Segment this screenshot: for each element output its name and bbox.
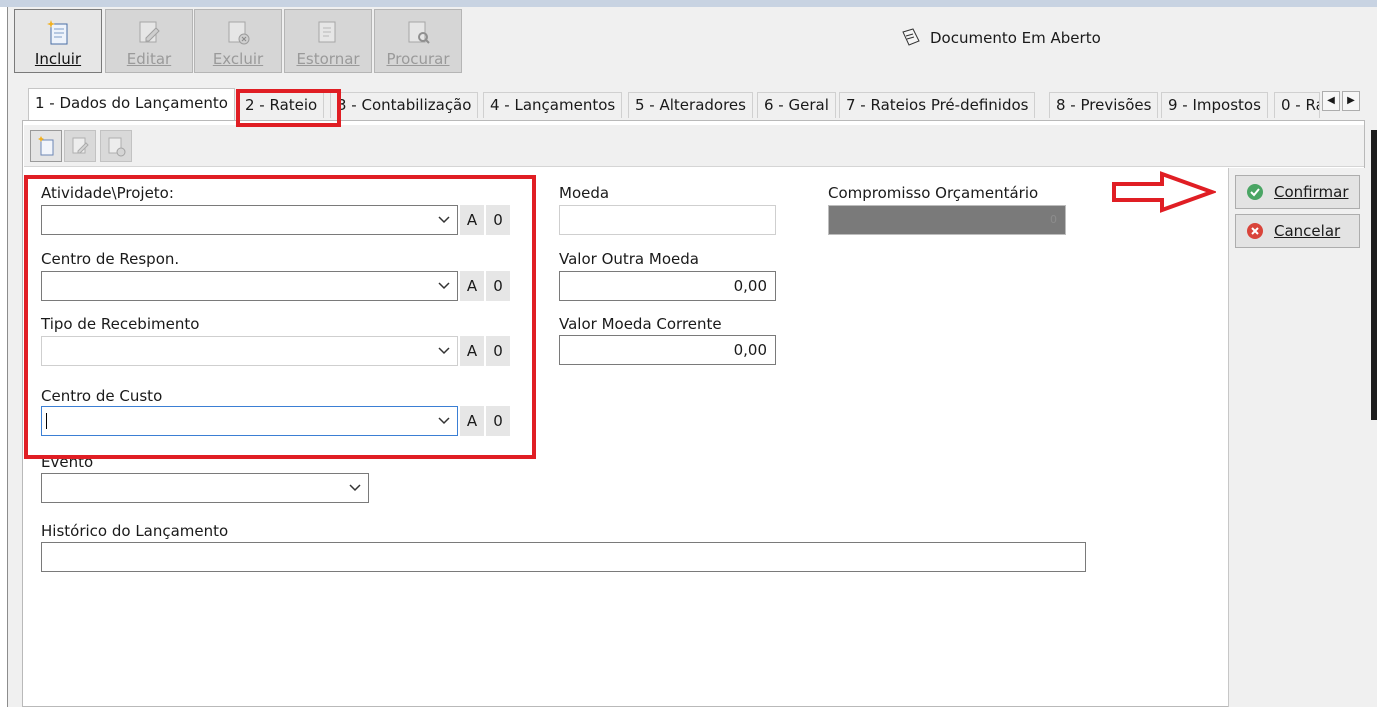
- estornar-label: Estornar: [296, 50, 360, 68]
- document-status-icon: [902, 28, 920, 46]
- inner-toolbar: [24, 125, 1364, 167]
- tab-ra[interactable]: 0 - Ra: [1274, 92, 1320, 118]
- valor-moeda-corrente-label: Valor Moeda Corrente: [559, 315, 722, 333]
- cancel-circle-icon: [1247, 223, 1263, 239]
- chevron-down-icon: [349, 484, 361, 492]
- tab-scroll-right-icon[interactable]: ▶: [1342, 91, 1360, 111]
- document-status: Documento Em Aberto: [900, 28, 1101, 48]
- compromisso-label: Compromisso Orçamentário: [828, 184, 1039, 202]
- inner-new-button[interactable]: [30, 130, 62, 162]
- incluir-button[interactable]: Incluir: [14, 9, 102, 73]
- new-document-icon: [47, 20, 68, 45]
- check-circle-icon: [1247, 184, 1263, 200]
- compromisso-field: 0: [828, 205, 1066, 235]
- cancelar-button[interactable]: Cancelar: [1235, 214, 1360, 248]
- tab-alteradores[interactable]: 5 - Alteradores: [628, 92, 753, 118]
- annotation-rateio-highlight: [236, 89, 341, 127]
- tab-scroll-left-icon[interactable]: ◀: [1322, 91, 1340, 111]
- excluir-button[interactable]: Excluir: [194, 9, 282, 73]
- historico-label: Histórico do Lançamento: [41, 522, 229, 540]
- delete-document-icon: [108, 137, 126, 157]
- action-pane: [1228, 168, 1366, 707]
- tab-rateios-predefinidos[interactable]: 7 - Rateios Pré-definidos: [839, 92, 1036, 118]
- annotation-arrow-icon: [1112, 171, 1216, 213]
- reverse-document-icon: [318, 21, 336, 43]
- procurar-button[interactable]: Procurar: [374, 9, 462, 73]
- confirmar-button[interactable]: Confirmar: [1235, 175, 1360, 209]
- left-edge: [0, 7, 8, 707]
- tab-dados-lancamento[interactable]: 1 - Dados do Lançamento: [28, 88, 235, 120]
- delete-document-icon: [228, 21, 250, 45]
- tab-contabilizacao[interactable]: 3 - Contabilização: [330, 92, 479, 118]
- tab-strip: 1 - Dados do Lançamento 2 - Rateio 3 - C…: [16, 86, 1370, 122]
- tab-lancamentos[interactable]: 4 - Lançamentos: [483, 92, 623, 118]
- valor-moeda-corrente-input[interactable]: 0,00: [559, 335, 776, 365]
- edit-document-icon: [139, 21, 160, 43]
- moeda-input[interactable]: [559, 205, 776, 235]
- evento-combo[interactable]: [41, 473, 369, 503]
- edge-scrollbar: [1371, 130, 1377, 420]
- estornar-button[interactable]: Estornar: [284, 9, 372, 73]
- incluir-label: Incluir: [34, 50, 82, 68]
- search-document-icon: [408, 21, 430, 44]
- confirmar-label: Confirmar: [1274, 183, 1349, 201]
- historico-input[interactable]: [41, 542, 1086, 572]
- excluir-label: Excluir: [212, 50, 264, 68]
- tab-impostos[interactable]: 9 - Impostos: [1161, 92, 1268, 118]
- editar-button[interactable]: Editar: [105, 9, 193, 73]
- new-document-icon: [38, 136, 54, 156]
- moeda-label: Moeda: [559, 184, 610, 202]
- edit-document-icon: [72, 137, 89, 154]
- inner-edit-button[interactable]: [64, 130, 96, 162]
- window-top-strip: [0, 0, 1377, 7]
- valor-outra-moeda-input[interactable]: 0,00: [559, 271, 776, 301]
- document-status-text: Documento Em Aberto: [930, 29, 1101, 47]
- procurar-label: Procurar: [386, 50, 450, 68]
- editar-label: Editar: [126, 50, 172, 68]
- annotation-fields-highlight: [24, 175, 536, 459]
- inner-delete-button[interactable]: [100, 130, 132, 162]
- tab-previsoes[interactable]: 8 - Previsões: [1049, 92, 1159, 118]
- valor-outra-moeda-label: Valor Outra Moeda: [559, 250, 699, 268]
- cancelar-label: Cancelar: [1274, 222, 1341, 240]
- tab-geral[interactable]: 6 - Geral: [757, 92, 836, 118]
